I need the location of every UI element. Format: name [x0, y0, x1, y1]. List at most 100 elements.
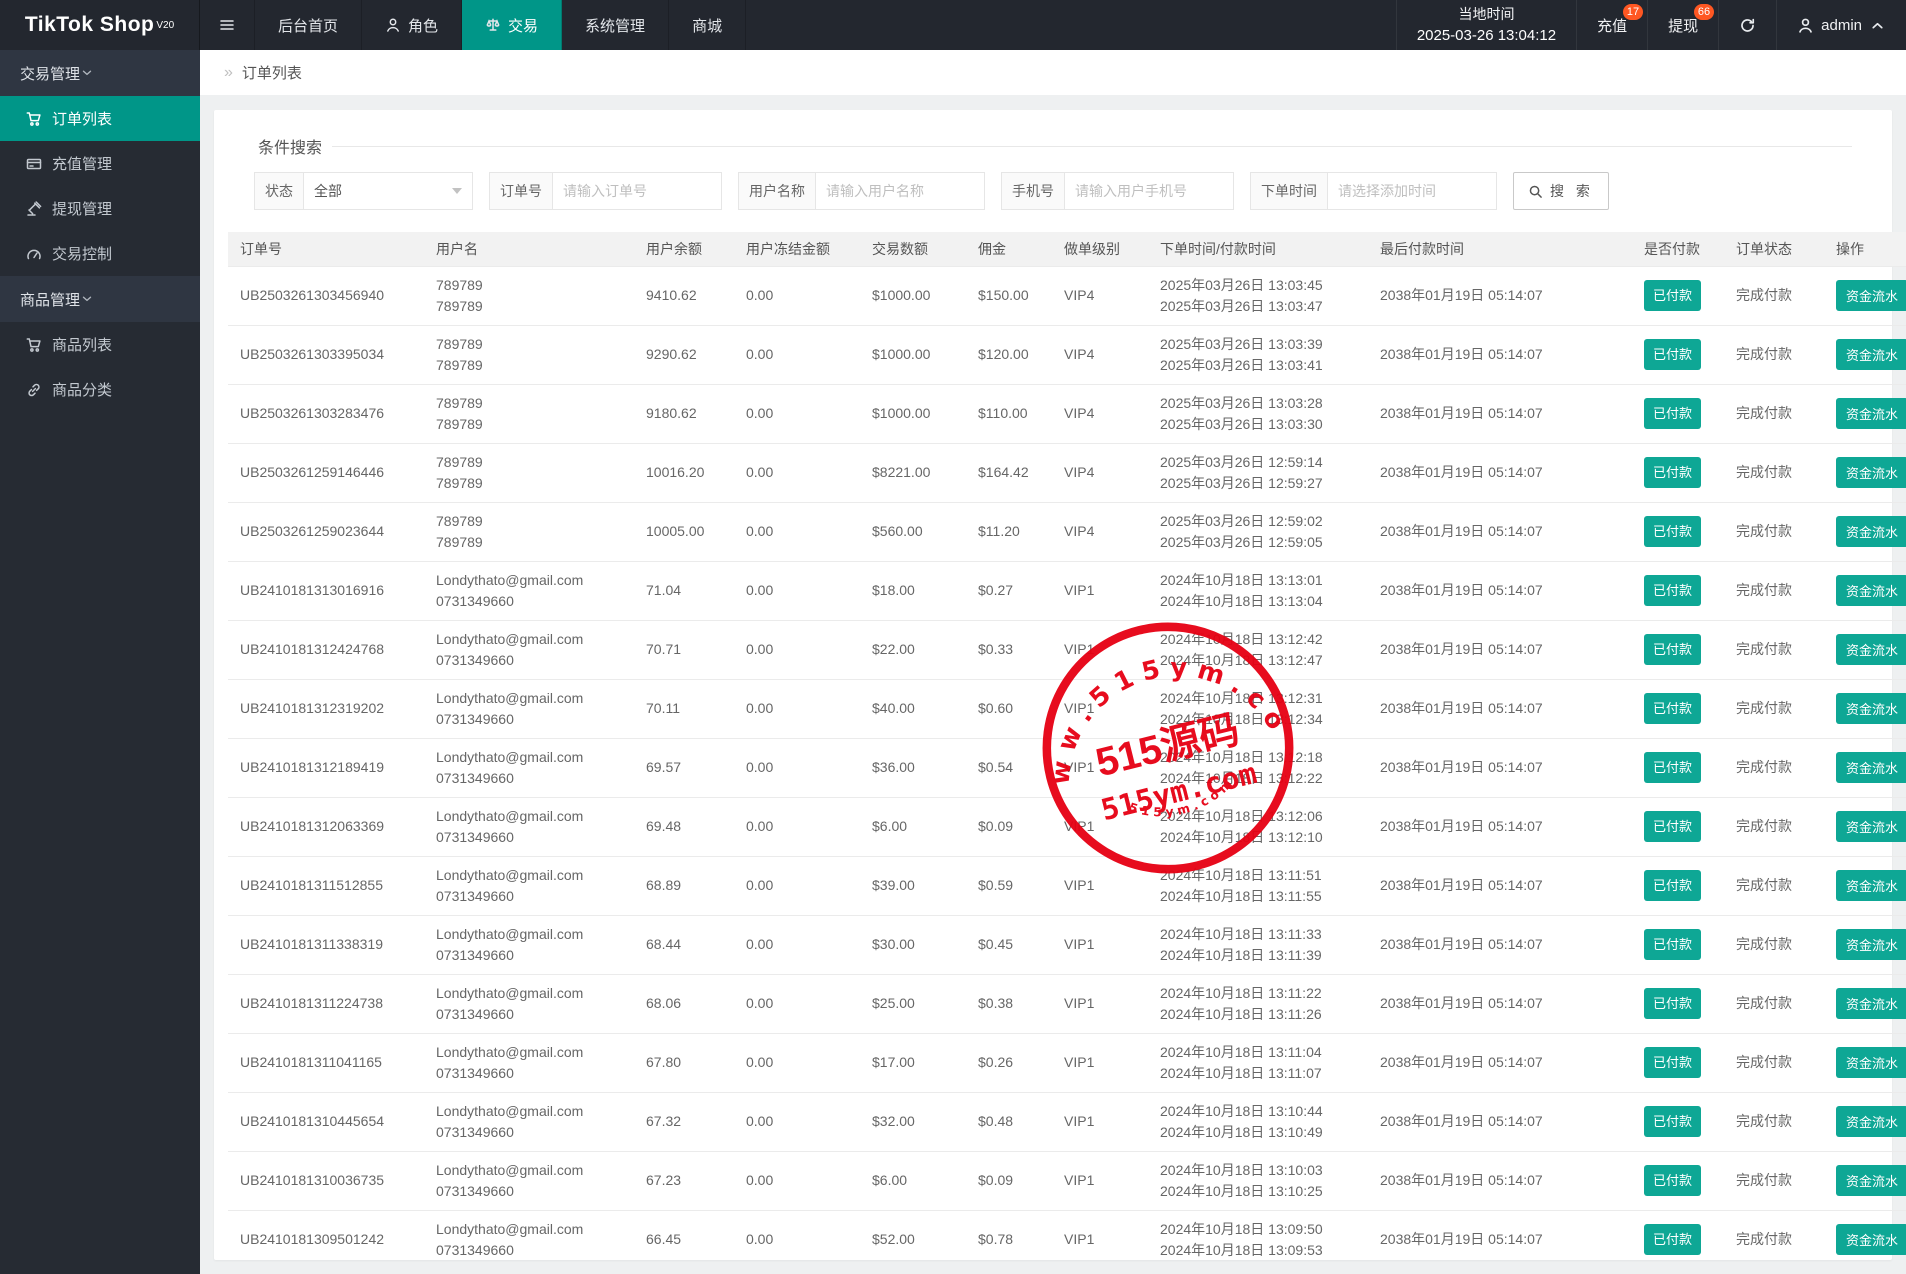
fund-flow-button[interactable]: 资金流水 — [1836, 575, 1906, 606]
username-label: 用户名称 — [738, 172, 815, 210]
cell-vip-level: VIP1 — [1052, 914, 1148, 974]
cart-icon — [26, 337, 42, 353]
cell-username: Londythato@gmail.com 0731349660 — [424, 855, 634, 915]
gavel-icon — [26, 200, 42, 217]
cell-order-no: UB2503261303283476 — [228, 383, 424, 443]
fund-flow-button[interactable]: 资金流水 — [1836, 693, 1906, 724]
status-select[interactable]: 全部 — [303, 172, 473, 210]
username-line1: Londythato@gmail.com — [436, 807, 584, 824]
table-row: UB2503261259023644 789789 789789 10005.00 0.… — [228, 501, 1906, 561]
fund-flow-button[interactable]: 资金流水 — [1836, 634, 1906, 665]
paid-status-badge: 已付款 — [1644, 280, 1702, 311]
cell-frozen: 0.00 — [734, 1091, 860, 1151]
order-time-input[interactable] — [1327, 172, 1497, 210]
fund-flow-button[interactable]: 资金流水 — [1836, 1224, 1906, 1255]
cell-last-pay-time: 2038年01月19日 05:14:07 — [1368, 1209, 1632, 1269]
fund-flow-button[interactable]: 资金流水 — [1836, 811, 1906, 842]
cell-paid: 已付款 — [1632, 678, 1724, 738]
cell-order-status: 完成付款 — [1724, 1209, 1824, 1269]
fund-flow-button[interactable]: 资金流水 — [1836, 339, 1906, 370]
sidebar-item-trade-control[interactable]: 交易控制 — [0, 231, 200, 276]
admin-menu[interactable]: admin — [1776, 0, 1906, 50]
username-line2: 789789 — [436, 356, 483, 373]
cell-order-status: 完成付款 — [1724, 914, 1824, 974]
table-row: UB2503261303456940 789789 789789 9410.62 0.0… — [228, 265, 1906, 325]
cell-order-pay-time: 2025年03月26日 13:03:39 2025年03月26日 13:03:41 — [1148, 324, 1368, 384]
cell-order-no: UB2410181313016916 — [228, 560, 424, 620]
sidebar-item-recharge-mgmt[interactable]: 充值管理 — [0, 141, 200, 186]
fund-flow-button[interactable]: 资金流水 — [1836, 516, 1906, 547]
sidebar-group-goods[interactable]: 商品管理 — [0, 276, 200, 322]
hamburger-icon — [219, 17, 235, 33]
local-time-value: 2025-03-26 13:04:12 — [1416, 27, 1557, 44]
cell-last-pay-time: 2038年01月19日 05:14:07 — [1368, 914, 1632, 974]
paid-status-badge: 已付款 — [1644, 1106, 1702, 1137]
cell-vip-level: VIP1 — [1052, 1032, 1148, 1092]
order-no-input[interactable] — [552, 172, 722, 210]
app-logo-text: TikTok Shop — [24, 13, 155, 36]
fund-flow-button[interactable]: 资金流水 — [1836, 752, 1906, 783]
sidebar-group-trade[interactable]: 交易管理 — [0, 50, 200, 96]
fund-flow-button[interactable]: 资金流水 — [1836, 457, 1906, 488]
collapse-menu-button[interactable] — [200, 0, 255, 50]
nav-item-trade[interactable]: 交易 — [462, 0, 563, 50]
withdraw-count-badge: 66 — [1693, 4, 1715, 20]
order-time: 2024年10月18日 13:11:51 — [1160, 866, 1322, 883]
cell-balance: 9290.62 — [634, 324, 734, 384]
sidebar-item-order-list[interactable]: 订单列表 — [0, 96, 200, 141]
cell-action: 资金流水 — [1824, 796, 1906, 856]
table-row: UB2410181311338319 Londythato@gmail.com 07… — [228, 914, 1906, 974]
cell-paid: 已付款 — [1632, 383, 1724, 443]
username-input[interactable] — [815, 172, 985, 210]
cell-order-no: UB2410181311512855 — [228, 855, 424, 915]
table-row: UB2410181312319202 Londythato@gmail.com 07… — [228, 678, 1906, 738]
username-line2: 0731349660 — [436, 1064, 514, 1081]
fund-flow-button[interactable]: 资金流水 — [1836, 988, 1906, 1019]
username-line2: 0731349660 — [436, 946, 514, 963]
cell-paid: 已付款 — [1632, 914, 1724, 974]
fund-flow-button[interactable]: 资金流水 — [1836, 1047, 1906, 1078]
cell-order-pay-time: 2024年10月18日 13:09:50 2024年10月18日 13:09:53 — [1148, 1209, 1368, 1269]
username-line1: Londythato@gmail.com — [436, 1220, 584, 1237]
fund-flow-button[interactable]: 资金流水 — [1836, 1165, 1906, 1196]
sidebar-item-goods-category[interactable]: 商品分类 — [0, 367, 200, 412]
cell-commission: $120.00 — [966, 324, 1052, 384]
cell-balance: 70.71 — [634, 619, 734, 679]
cell-vip-level: VIP1 — [1052, 1209, 1148, 1269]
nav-item-roles[interactable]: 角色 — [362, 0, 463, 50]
fund-flow-button[interactable]: 资金流水 — [1836, 870, 1906, 901]
recharge-entry[interactable]: 充值 17 — [1576, 0, 1647, 50]
user-icon — [1797, 17, 1814, 34]
nav-item-system[interactable]: 系统管理 — [562, 0, 670, 50]
refresh-icon — [1739, 17, 1756, 34]
fund-flow-button[interactable]: 资金流水 — [1836, 929, 1906, 960]
phone-input[interactable] — [1064, 172, 1234, 210]
order-table-body: UB2503261303456940 789789 789789 9410.62 0.0… — [228, 265, 1906, 1269]
paid-status-badge: 已付款 — [1644, 1165, 1702, 1196]
search-button[interactable]: 搜 索 — [1513, 172, 1609, 210]
cell-commission: $150.00 — [966, 265, 1052, 325]
nav-item-mall[interactable]: 商城 — [669, 0, 747, 50]
fund-flow-button[interactable]: 资金流水 — [1836, 280, 1906, 311]
paid-status-badge: 已付款 — [1644, 988, 1702, 1019]
fund-flow-button[interactable]: 资金流水 — [1836, 398, 1906, 429]
app-logo: TikTok Shop V20 — [0, 0, 200, 50]
cell-order-pay-time: 2024年10月18日 13:12:31 2024年10月18日 13:12:34 — [1148, 678, 1368, 738]
cell-balance: 10016.20 — [634, 442, 734, 502]
cell-balance: 67.23 — [634, 1150, 734, 1210]
sidebar-filler — [0, 412, 200, 1274]
search-button-label: 搜 索 — [1550, 183, 1594, 199]
table-row: UB2410181310445654 Londythato@gmail.com 07… — [228, 1091, 1906, 1151]
order-table-header: 订单号 用户名 用户余额 用户冻结金额 交易数额 佣金 做单级别 下单时间/付款时间 最后付款时… — [228, 232, 1906, 266]
pay-time: 2024年10月18日 13:09:53 — [1160, 1241, 1323, 1258]
cell-last-pay-time: 2038年01月19日 05:14:07 — [1368, 383, 1632, 443]
order-time: 2025年03月26日 13:03:39 — [1160, 335, 1323, 352]
column-header: 订单号 — [228, 232, 424, 266]
cell-order-status: 完成付款 — [1724, 737, 1824, 797]
sidebar-item-withdraw-mgmt[interactable]: 提现管理 — [0, 186, 200, 231]
nav-item-home[interactable]: 后台首页 — [255, 0, 363, 50]
fund-flow-button[interactable]: 资金流水 — [1836, 1106, 1906, 1137]
withdraw-entry[interactable]: 提现 66 — [1647, 0, 1718, 50]
sidebar-item-goods-list[interactable]: 商品列表 — [0, 322, 200, 367]
refresh-button[interactable] — [1718, 0, 1776, 50]
